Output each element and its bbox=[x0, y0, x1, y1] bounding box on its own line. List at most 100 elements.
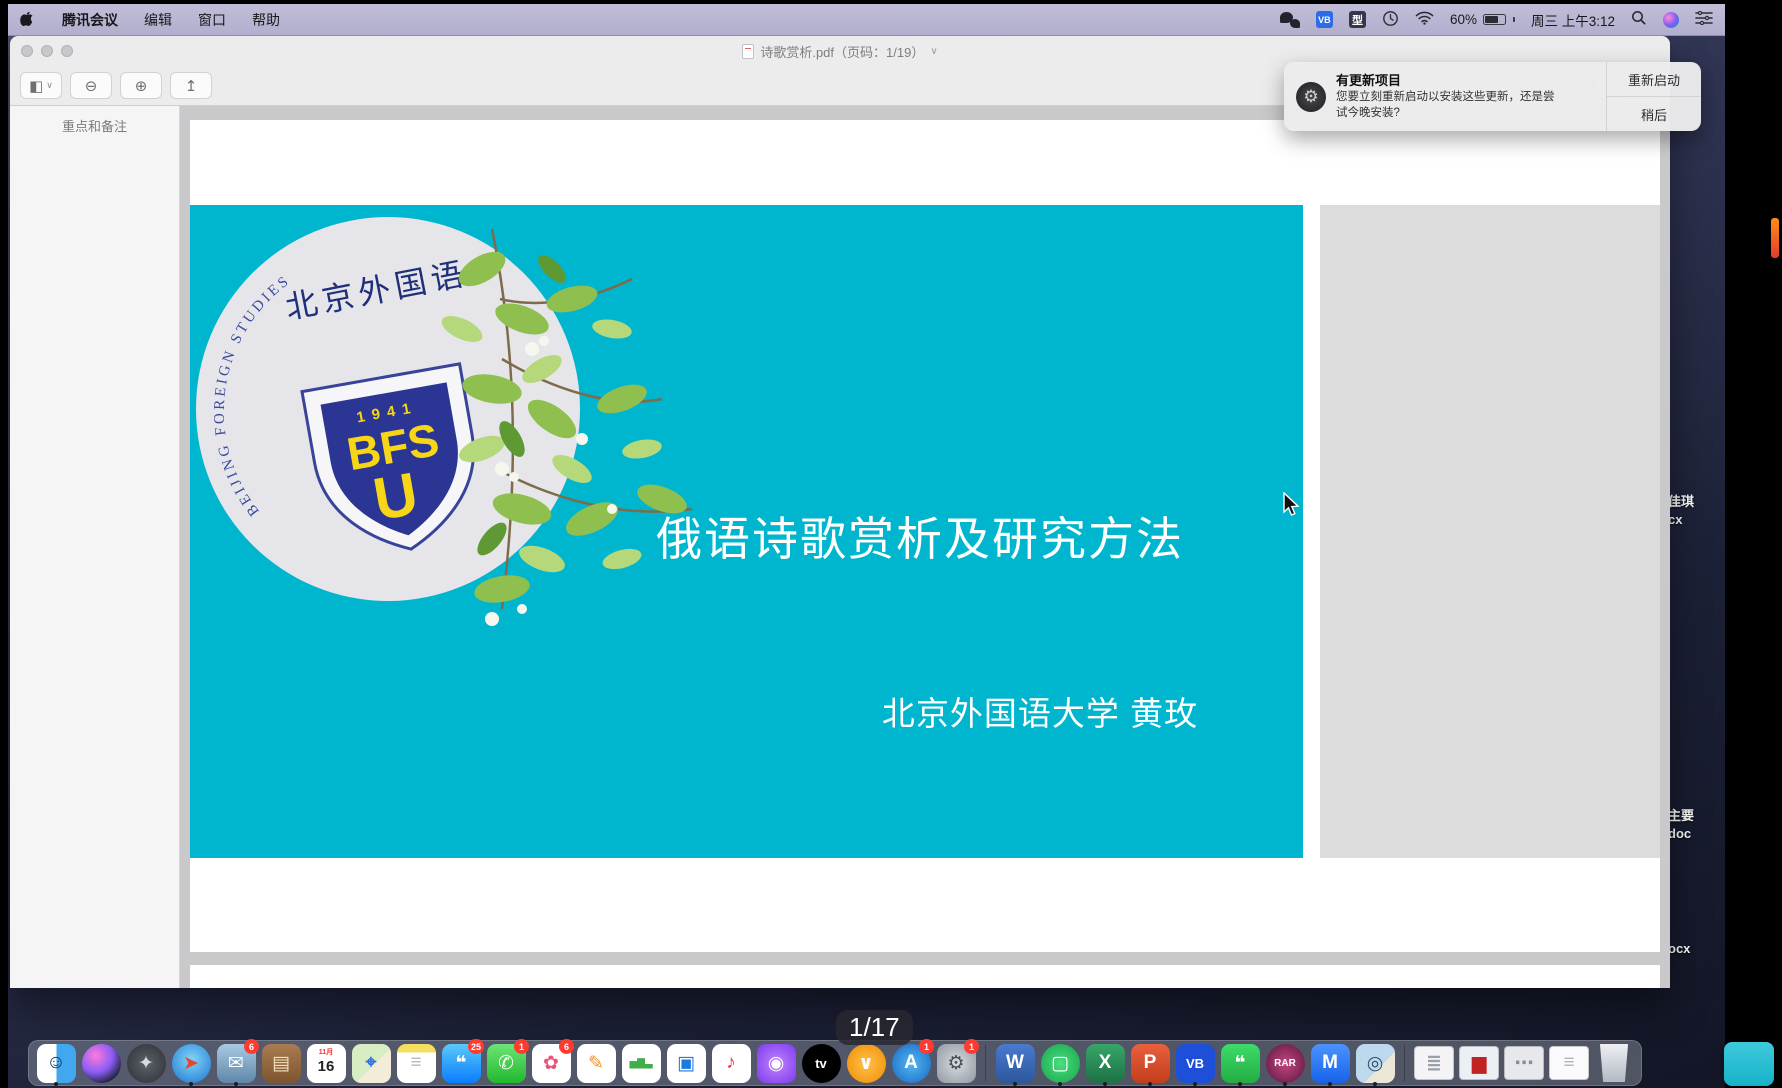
dock-divider-1 bbox=[985, 1045, 986, 1081]
dock-trash[interactable] bbox=[1593, 1042, 1635, 1084]
desktop-file-label[interactable]: ocx bbox=[1668, 940, 1725, 958]
vb-input-app-icon: VB bbox=[1176, 1044, 1215, 1083]
dock-launchpad[interactable]: ✦ bbox=[125, 1042, 167, 1084]
mail-badge: 6 bbox=[244, 1039, 259, 1054]
minimized-document-white-icon: ≡ bbox=[1549, 1046, 1589, 1080]
dock-maps[interactable]: ⌖ bbox=[350, 1042, 392, 1084]
dock-minimized-word-document[interactable]: ≣ bbox=[1413, 1042, 1455, 1084]
zoom-in-icon: ⊕ bbox=[135, 77, 148, 95]
dock-messages[interactable]: ❝25 bbox=[440, 1042, 482, 1084]
gear-icon: ⚙ bbox=[1296, 82, 1326, 112]
dock-photos[interactable]: ✿6 bbox=[530, 1042, 572, 1084]
dock-books[interactable]: ∨ bbox=[845, 1042, 887, 1084]
dock-podcasts[interactable]: ◉ bbox=[755, 1042, 797, 1084]
notification-actions: 重新启动 稍后 bbox=[1606, 62, 1701, 131]
page-indicator: 1/17 bbox=[836, 1010, 913, 1045]
battery-tip bbox=[1513, 17, 1515, 22]
dock-calendar[interactable]: 1611月 bbox=[305, 1042, 347, 1084]
facetime-badge: 1 bbox=[514, 1039, 529, 1054]
dock-contacts[interactable]: ▤ bbox=[260, 1042, 302, 1084]
input-method-icon[interactable]: 型 bbox=[1349, 11, 1366, 28]
zoom-in-button[interactable]: ⊕ bbox=[120, 72, 162, 99]
dock-finder[interactable]: ☺ bbox=[35, 1042, 77, 1084]
dock-preview-app[interactable]: ◎ bbox=[1354, 1042, 1396, 1084]
sidebar-toggle-button[interactable]: ◧ ∨ bbox=[20, 72, 62, 99]
maps-icon: ⌖ bbox=[352, 1044, 391, 1083]
spotlight-search-icon[interactable] bbox=[1631, 10, 1647, 29]
pdf-content-area[interactable]: BEIJING FOREIGN STUDIES UNIVERSITY 北京外国语… bbox=[180, 106, 1670, 988]
pages-icon: ✎ bbox=[577, 1044, 616, 1083]
dock-minimized-window-red[interactable]: ▆ bbox=[1458, 1042, 1500, 1084]
menu-clock[interactable]: 周三 上午3:12 bbox=[1531, 10, 1615, 30]
vb-input-icon[interactable]: VB bbox=[1316, 11, 1333, 28]
numbers-icon: ▅▇▃ bbox=[622, 1044, 661, 1083]
highlights-sidebar[interactable]: 重点和备注 bbox=[10, 106, 180, 988]
zoom-out-button[interactable]: ⊖ bbox=[70, 72, 112, 99]
share-button[interactable]: ↥ bbox=[170, 72, 212, 99]
dock-app-store[interactable]: A1 bbox=[890, 1042, 932, 1084]
dock-powerpoint[interactable]: P bbox=[1129, 1042, 1171, 1084]
zoom-out-icon: ⊖ bbox=[85, 77, 98, 95]
calendar-icon: 1611月 bbox=[307, 1044, 346, 1083]
window-title: 诗歌赏析.pdf（页码：1/19） bbox=[760, 42, 924, 61]
apple-menu-icon[interactable] bbox=[20, 11, 36, 29]
dock-rar-archiver[interactable]: RAR bbox=[1264, 1042, 1306, 1084]
dock-vb-input-app[interactable]: VB bbox=[1174, 1042, 1216, 1084]
dock-tencent-meeting[interactable]: M bbox=[1309, 1042, 1351, 1084]
excel-running-dot bbox=[1103, 1082, 1107, 1086]
menu-help[interactable]: 帮助 bbox=[252, 10, 280, 30]
books-icon: ∨ bbox=[847, 1044, 886, 1083]
screen: 腾讯会议 编辑 窗口 帮助 VB 型 60% bbox=[0, 0, 1782, 1088]
dock-green-chat-app[interactable]: ▢ bbox=[1039, 1042, 1081, 1084]
music-icon: ♪ bbox=[712, 1044, 751, 1083]
notes-icon: ≡ bbox=[397, 1044, 436, 1083]
dock-wechat[interactable]: ❝ bbox=[1219, 1042, 1261, 1084]
menu-edit[interactable]: 编辑 bbox=[144, 10, 172, 30]
apple-tv-icon: tv bbox=[802, 1044, 841, 1083]
dock-pages[interactable]: ✎ bbox=[575, 1042, 617, 1084]
title-chevron-icon[interactable]: ∨ bbox=[930, 46, 937, 57]
siri-icon[interactable] bbox=[1663, 12, 1679, 28]
slide-cover: BEIJING FOREIGN STUDIES UNIVERSITY 北京外国语… bbox=[190, 205, 1303, 858]
slide-title: 俄语诗歌赏析及研究方法 bbox=[570, 503, 1270, 569]
later-button[interactable]: 稍后 bbox=[1607, 97, 1701, 131]
dock-minimized-document-white[interactable]: ≡ bbox=[1548, 1042, 1590, 1084]
desktop-file-label[interactable]: 佳琪cx bbox=[1668, 493, 1725, 528]
dock-word[interactable]: W bbox=[994, 1042, 1036, 1084]
notification-content: ⚙ 有更新项目 您要立刻重新启动以安装这些更新，还是尝 试今晚安装? bbox=[1284, 62, 1606, 131]
time-machine-icon[interactable] bbox=[1382, 10, 1399, 30]
control-center-icon[interactable] bbox=[1695, 11, 1713, 28]
minimized-teal-window-thumb[interactable] bbox=[1724, 1042, 1774, 1086]
rar-archiver-icon: RAR bbox=[1266, 1044, 1305, 1083]
dock-system-preferences[interactable]: ⚙1 bbox=[935, 1042, 977, 1084]
sidebar-header: 重点和备注 bbox=[10, 116, 179, 135]
wifi-icon[interactable] bbox=[1415, 11, 1434, 28]
page-gap bbox=[180, 952, 1670, 965]
wechat-status-icon[interactable] bbox=[1280, 12, 1300, 28]
powerpoint-icon: P bbox=[1131, 1044, 1170, 1083]
dock-minimized-window-gray[interactable]: ⋯ bbox=[1503, 1042, 1545, 1084]
dock-siri[interactable] bbox=[80, 1042, 122, 1084]
battery-indicator[interactable]: 60% bbox=[1450, 12, 1515, 27]
update-notification[interactable]: ⚙ 有更新项目 您要立刻重新启动以安装这些更新，还是尝 试今晚安装? 重新启动 … bbox=[1284, 62, 1701, 131]
dock-music[interactable]: ♪ bbox=[710, 1042, 752, 1084]
dock-keynote[interactable]: ▣ bbox=[665, 1042, 707, 1084]
slide-notes-panel bbox=[1320, 205, 1660, 858]
menu-app-name[interactable]: 腾讯会议 bbox=[62, 10, 118, 30]
dock-mail[interactable]: ✉6 bbox=[215, 1042, 257, 1084]
green-chat-app-icon: ▢ bbox=[1041, 1044, 1080, 1083]
dock-safari[interactable]: ➤ bbox=[170, 1042, 212, 1084]
desktop-file-label[interactable]: 主要doc bbox=[1668, 807, 1725, 842]
dock-excel[interactable]: X bbox=[1084, 1042, 1126, 1084]
preview-app-running-dot bbox=[1373, 1082, 1377, 1086]
desktop: 腾讯会议 编辑 窗口 帮助 VB 型 60% bbox=[8, 4, 1725, 1088]
keynote-icon: ▣ bbox=[667, 1044, 706, 1083]
messages-badge: 25 bbox=[468, 1039, 484, 1054]
dock-apple-tv[interactable]: tv bbox=[800, 1042, 842, 1084]
app-store-badge: 1 bbox=[919, 1039, 934, 1054]
restart-button[interactable]: 重新启动 bbox=[1607, 62, 1701, 97]
dock-notes[interactable]: ≡ bbox=[395, 1042, 437, 1084]
dock-facetime[interactable]: ✆1 bbox=[485, 1042, 527, 1084]
menu-window[interactable]: 窗口 bbox=[198, 10, 226, 30]
dock-numbers[interactable]: ▅▇▃ bbox=[620, 1042, 662, 1084]
